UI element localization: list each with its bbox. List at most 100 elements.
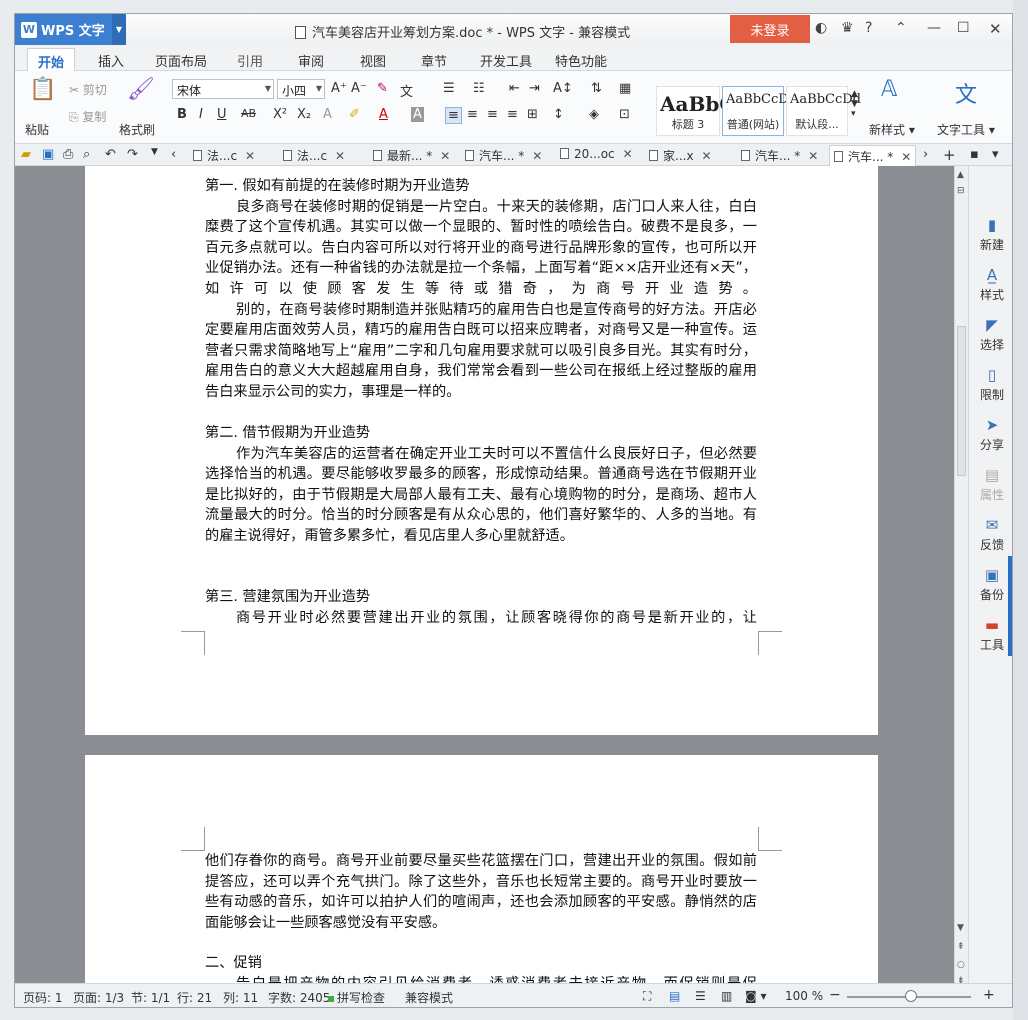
- doc-tab[interactable]: 家...x ✕: [649, 147, 712, 164]
- close-tab-icon[interactable]: ✕: [623, 147, 633, 161]
- tab-menu-icon[interactable]: ▾: [992, 147, 999, 162]
- align-right-icon[interactable]: ≡: [487, 107, 498, 122]
- collapse-ribbon-icon[interactable]: ⌃: [895, 20, 907, 36]
- bold-button[interactable]: B: [177, 107, 187, 122]
- vertical-scrollbar[interactable]: ▲ ⊟ ▼ ⇞ ○ ⇟: [954, 166, 968, 986]
- login-button[interactable]: 未登录: [730, 15, 810, 43]
- zoom-slider-handle[interactable]: [905, 990, 917, 1002]
- save-icon[interactable]: ▣: [42, 147, 54, 162]
- justify-icon[interactable]: ≡: [507, 107, 518, 122]
- shrink-font-icon[interactable]: A⁻: [351, 81, 367, 96]
- superscript-icon[interactable]: X²: [273, 107, 287, 122]
- close-tab-icon[interactable]: ✕: [245, 149, 255, 163]
- help-button[interactable]: ?: [865, 20, 872, 36]
- cut-button[interactable]: ✂ 剪切: [69, 81, 107, 98]
- sort-icon[interactable]: ⇅: [591, 81, 602, 96]
- tabs-next-icon[interactable]: ›: [923, 147, 928, 162]
- clear-format-icon[interactable]: ✎: [377, 81, 388, 96]
- tab-insert[interactable]: 插入: [98, 51, 124, 70]
- panel-tools[interactable]: ▬ 工具: [969, 616, 1012, 653]
- doc-tab[interactable]: 汽车... * ✕: [741, 147, 818, 164]
- style-heading3[interactable]: AaBbC 标题 3: [656, 86, 735, 136]
- zoom-in-button[interactable]: +: [983, 987, 995, 1003]
- status-word-count[interactable]: 字数: 2405: [268, 989, 330, 1006]
- tab-page-layout[interactable]: 页面布局: [155, 51, 207, 70]
- text-tools-button[interactable]: 文字工具 ▾: [937, 121, 995, 138]
- highlight-icon[interactable]: ✐: [349, 107, 360, 122]
- close-button[interactable]: ✕: [989, 20, 1002, 38]
- feedback-icon[interactable]: ◐: [815, 20, 827, 36]
- subscript-icon[interactable]: X₂: [297, 107, 311, 122]
- grow-font-icon[interactable]: A⁺: [331, 81, 347, 96]
- fill-icon[interactable]: ◈: [589, 107, 599, 122]
- split-view-icon[interactable]: ⊟: [957, 186, 965, 196]
- open-folder-icon[interactable]: ▰: [21, 147, 31, 162]
- close-tab-icon[interactable]: ✕: [440, 149, 450, 163]
- panel-properties[interactable]: ▤ 属性: [969, 466, 1012, 503]
- web-view-icon[interactable]: ▥: [721, 989, 732, 1003]
- panel-styles[interactable]: A̲ 样式: [969, 266, 1012, 303]
- tab-view[interactable]: 视图: [360, 51, 386, 70]
- document-area[interactable]: ▤ ▾ 第一. 假如有前提的在装修时期为开业造势 良多商号在装修时期的促销是一片…: [15, 166, 954, 983]
- italic-button[interactable]: I: [199, 107, 203, 122]
- doc-tab[interactable]: 20...oc ✕: [560, 147, 633, 161]
- scroll-down-icon[interactable]: ▼: [957, 923, 964, 933]
- print-preview-icon[interactable]: ⌕: [83, 147, 90, 162]
- decrease-indent-icon[interactable]: ⇤: [509, 81, 520, 96]
- fullscreen-icon[interactable]: ⛶: [643, 989, 651, 1004]
- font-size-select[interactable]: 小四 ▼: [277, 79, 325, 99]
- shirt-icon[interactable]: ♛: [841, 20, 854, 36]
- panel-backup[interactable]: ▣ 备份: [969, 566, 1012, 603]
- scroll-thumb[interactable]: [957, 326, 966, 476]
- tab-special[interactable]: 特色功能: [555, 51, 607, 70]
- line-spacing-icon[interactable]: ↕: [553, 107, 564, 122]
- phonetic-icon[interactable]: 文: [400, 81, 413, 100]
- redo-icon[interactable]: ↷: [127, 147, 138, 162]
- panel-select[interactable]: ◤ 选择: [969, 316, 1012, 353]
- border-icon[interactable]: ⊡: [619, 107, 630, 122]
- browse-object-icon[interactable]: ○: [957, 960, 965, 970]
- table-icon[interactable]: ▦: [619, 81, 631, 96]
- doc-tab-active[interactable]: 汽车... * ✕: [829, 145, 917, 166]
- styles-scroll-icon[interactable]: ▲ ▼ ▾: [851, 89, 858, 119]
- panel-new[interactable]: ▮ 新建: [969, 216, 1012, 253]
- doc-tab[interactable]: 最新... * ✕: [373, 147, 450, 164]
- new-style-button[interactable]: 新样式 ▾: [869, 121, 915, 138]
- tab-home[interactable]: 开始: [27, 48, 76, 71]
- quick-access-menu-icon[interactable]: ▼: [151, 147, 158, 157]
- font-color-icon[interactable]: A: [379, 107, 388, 122]
- new-style-icon[interactable]: 𝔸: [881, 77, 897, 102]
- tab-review[interactable]: 审阅: [298, 51, 324, 70]
- close-tab-icon[interactable]: ✕: [532, 149, 542, 163]
- numbered-list-icon[interactable]: ☷: [473, 81, 485, 96]
- panel-restrict[interactable]: ▯ 限制: [969, 366, 1012, 403]
- paste-button[interactable]: 粘贴: [25, 121, 49, 138]
- distribute-icon[interactable]: ⊞: [527, 107, 538, 122]
- read-view-icon[interactable]: ◙ ▾: [745, 989, 766, 1003]
- close-tab-icon[interactable]: ✕: [901, 150, 911, 164]
- close-tab-icon[interactable]: ✕: [808, 149, 818, 163]
- panel-feedback[interactable]: ✉ 反馈: [969, 516, 1012, 553]
- tab-references[interactable]: 引用: [237, 51, 263, 70]
- style-default-para[interactable]: AaBbCcDd 默认段...: [786, 86, 861, 136]
- increase-indent-icon[interactable]: ⇥: [529, 81, 540, 96]
- strikethrough-button[interactable]: AB: [241, 107, 256, 120]
- tabs-prev-icon[interactable]: ‹: [171, 147, 176, 162]
- close-tab-icon[interactable]: ✕: [335, 149, 345, 163]
- undo-icon[interactable]: ↶: [105, 147, 116, 162]
- tab-list-icon[interactable]: ▪: [970, 147, 979, 162]
- spell-check-toggle[interactable]: 拼写检查: [328, 989, 385, 1006]
- chevron-down-icon[interactable]: ▼: [112, 14, 126, 45]
- font-family-select[interactable]: 宋体 ▼: [172, 79, 274, 99]
- doc-tab[interactable]: 法...c ✕: [283, 147, 345, 164]
- doc-tab[interactable]: 汽车... * ✕: [465, 147, 542, 164]
- print-icon[interactable]: ⎙: [63, 147, 73, 162]
- text-direction-icon[interactable]: A↕: [553, 81, 573, 96]
- style-normal-web[interactable]: AaBbCcDd 普通(网站): [722, 86, 797, 136]
- new-tab-icon[interactable]: +: [943, 146, 956, 164]
- close-tab-icon[interactable]: ✕: [702, 149, 712, 163]
- tab-developer[interactable]: 开发工具: [480, 51, 532, 70]
- bullet-list-icon[interactable]: ☰: [443, 81, 455, 96]
- underline-button[interactable]: U: [217, 107, 227, 122]
- panel-collapse-handle[interactable]: [1008, 556, 1012, 656]
